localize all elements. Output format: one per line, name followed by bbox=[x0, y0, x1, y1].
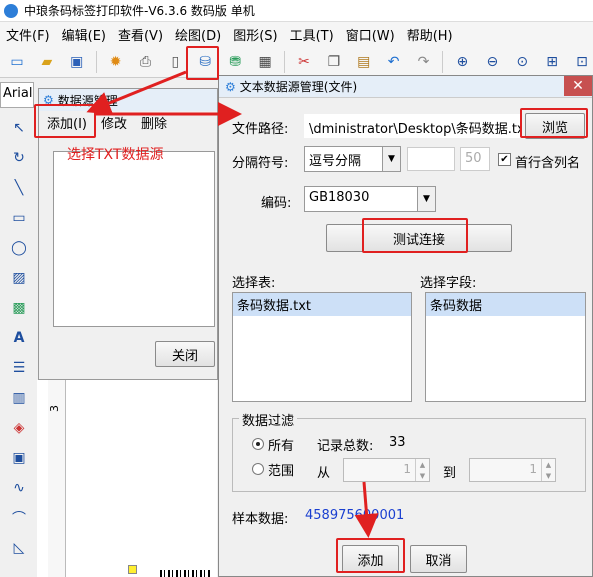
arrow-to-add-button bbox=[354, 481, 379, 538]
annotation-arrows bbox=[86, 70, 379, 538]
arrow-to-add-menu bbox=[86, 70, 187, 115]
